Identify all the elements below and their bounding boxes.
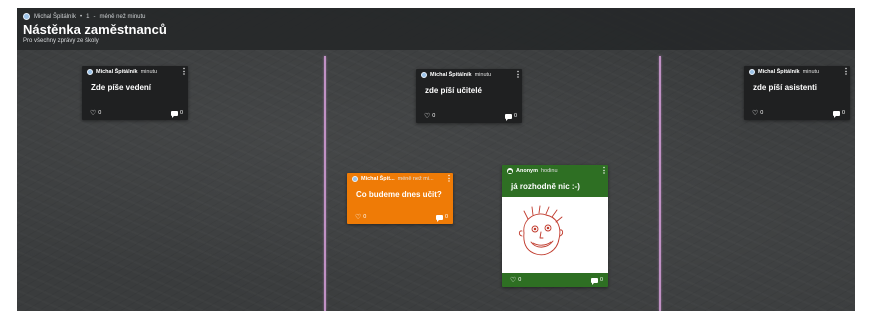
- post-time: minutu: [474, 72, 492, 78]
- post-card[interactable]: Anonym hodinu ⋮ já rozhodně nic :-) ♡ 0 …: [502, 165, 608, 287]
- board-updated-time: méně než minutu: [99, 13, 146, 20]
- comment-button[interactable]: 0: [504, 113, 517, 121]
- heart-icon: ♡: [355, 213, 362, 221]
- post-author: Michal Špitálník: [758, 69, 800, 75]
- post-text: Zde píše vedení: [91, 83, 152, 92]
- comment-count: 0: [841, 110, 845, 116]
- comment-count: 0: [444, 214, 448, 220]
- post-card[interactable]: Michal Špitálník minutu ⋮ zde píší asist…: [744, 66, 850, 120]
- board-author[interactable]: Michal Špitálník: [34, 14, 76, 20]
- post-footer: ♡ 0 0: [82, 106, 188, 120]
- like-button[interactable]: ♡ 0: [90, 110, 101, 117]
- like-count: 0: [363, 214, 367, 220]
- post-header: Michal Špitálník minutu ⋮: [744, 66, 850, 78]
- author-avatar: [87, 69, 93, 75]
- like-count: 0: [518, 277, 522, 283]
- post-footer: ♡ 0 0: [502, 273, 608, 287]
- post-time: hodinu: [541, 168, 558, 174]
- smiley-face-icon: [518, 205, 564, 256]
- post-card[interactable]: Michal Špitálník minutu ⋮ Zde píše veden…: [82, 66, 188, 120]
- post-card[interactable]: Michal Špit... méně než mi... ⋮ Co budem…: [347, 173, 453, 224]
- like-button[interactable]: ♡ 0: [424, 113, 435, 120]
- post-header: Anonym hodinu ⋮: [502, 165, 608, 177]
- post-time: méně než mi...: [397, 176, 434, 182]
- smiley-drawing-image[interactable]: [502, 197, 608, 273]
- kebab-menu-icon[interactable]: ⋮: [514, 71, 522, 79]
- column-divider: [659, 56, 661, 311]
- post-footer: ♡ 0 0: [744, 106, 850, 120]
- post-author: Anonym: [516, 168, 538, 174]
- comment-icon: [170, 110, 178, 118]
- kebab-menu-icon[interactable]: ⋮: [600, 167, 608, 175]
- post-header: Michal Špitálník minutu ⋮: [82, 66, 188, 78]
- post-footer: ♡ 0 0: [347, 210, 453, 224]
- column-divider: [324, 56, 326, 311]
- post-card[interactable]: Michal Špitálník minutu ⋮ zde píší učite…: [416, 69, 522, 123]
- post-time: minutu: [140, 69, 158, 75]
- board-meta: Michal Špitálník • 1 - méně než minutu: [23, 12, 849, 21]
- post-text: já rozhodně nic :-): [511, 182, 580, 191]
- board-post-count: 1: [86, 13, 90, 20]
- comment-button[interactable]: 0: [170, 110, 183, 118]
- author-avatar[interactable]: [23, 13, 30, 20]
- author-avatar: [421, 72, 427, 78]
- post-text: Co budeme dnes učit?: [356, 190, 442, 199]
- post-time: minutu: [802, 69, 820, 75]
- like-count: 0: [432, 113, 436, 119]
- comment-button[interactable]: 0: [590, 277, 603, 285]
- kebab-menu-icon[interactable]: ⋮: [445, 175, 453, 183]
- post-header: Michal Špit... méně než mi... ⋮: [347, 173, 453, 185]
- heart-icon: ♡: [424, 112, 431, 120]
- like-count: 0: [760, 110, 764, 116]
- heart-icon: ♡: [90, 109, 97, 117]
- page-title: Nástěnka zaměstnanců: [23, 22, 167, 37]
- comment-icon: [435, 214, 443, 222]
- comment-button[interactable]: 0: [435, 214, 448, 222]
- comment-button[interactable]: 0: [832, 110, 845, 118]
- board-header: Michal Špitálník • 1 - méně než minutu N…: [17, 8, 855, 50]
- like-count: 0: [98, 110, 102, 116]
- comment-count: 0: [599, 277, 603, 283]
- heart-icon: ♡: [510, 276, 517, 284]
- post-footer: ♡ 0 0: [416, 109, 522, 123]
- comment-icon: [590, 277, 598, 285]
- post-text: zde píší asistenti: [753, 83, 818, 92]
- like-button[interactable]: ♡ 0: [752, 110, 763, 117]
- post-author: Michal Špitálník: [430, 72, 472, 78]
- post-author: Michal Špitálník: [96, 69, 138, 75]
- padlet-board: Michal Špitálník • 1 - méně než minutu N…: [17, 8, 855, 311]
- anonymous-user-icon: [507, 168, 513, 174]
- post-text: zde píší učitelé: [425, 86, 482, 95]
- separator-dot: •: [80, 13, 83, 20]
- like-button[interactable]: ♡ 0: [355, 214, 366, 221]
- comment-icon: [832, 110, 840, 118]
- kebab-menu-icon[interactable]: ⋮: [180, 68, 188, 76]
- comment-icon: [504, 113, 512, 121]
- page-subtitle: Pro všechny zprávy ze školy: [23, 38, 99, 44]
- kebab-menu-icon[interactable]: ⋮: [842, 68, 850, 76]
- comment-count: 0: [513, 113, 517, 119]
- post-header: Michal Špitálník minutu ⋮: [416, 69, 522, 81]
- like-button[interactable]: ♡ 0: [510, 277, 521, 284]
- heart-icon: ♡: [752, 109, 759, 117]
- author-avatar: [749, 69, 755, 75]
- comment-count: 0: [179, 110, 183, 116]
- separator-dash: -: [93, 13, 96, 20]
- author-avatar: [352, 176, 358, 182]
- post-author: Michal Špit...: [361, 176, 395, 182]
